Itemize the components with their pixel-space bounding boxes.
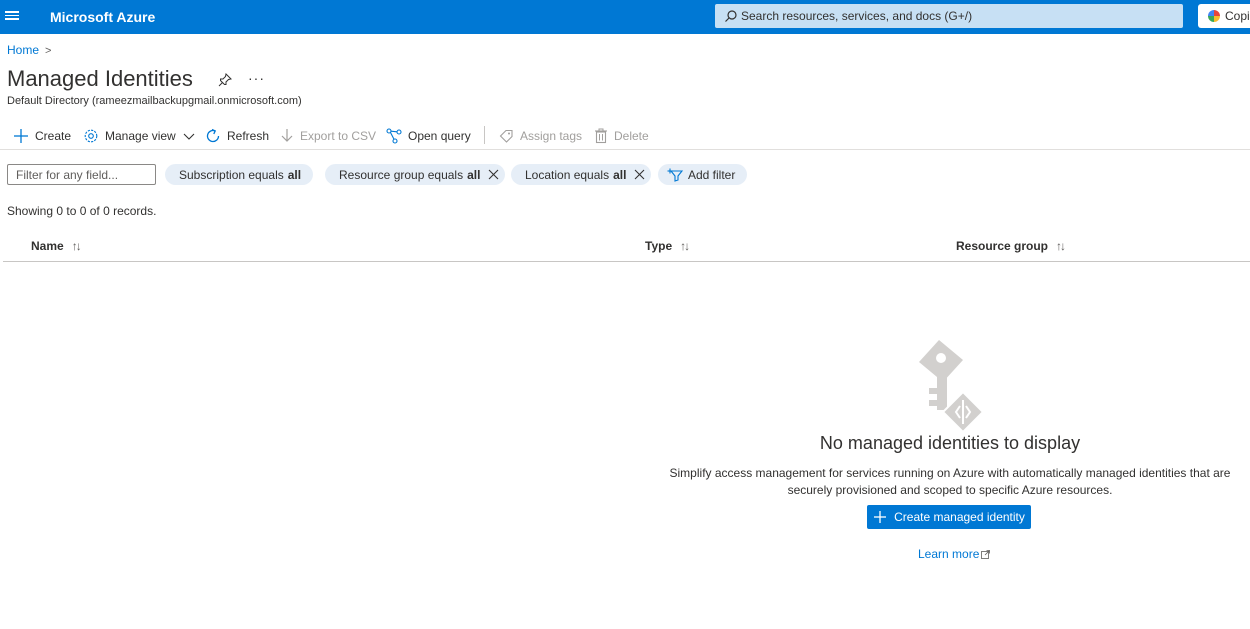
search-input[interactable] bbox=[741, 7, 1171, 25]
brand-title[interactable]: Microsoft Azure bbox=[50, 9, 155, 25]
chevron-right-icon: > bbox=[45, 45, 52, 57]
breadcrumb: Home > bbox=[7, 43, 51, 57]
plus-icon bbox=[14, 129, 28, 143]
manage-view-button[interactable]: Manage view bbox=[83, 125, 195, 147]
assign-tags-button[interactable]: Assign tags bbox=[499, 125, 582, 147]
page-title: Managed Identities bbox=[7, 66, 193, 91]
delete-button[interactable]: Delete bbox=[594, 125, 649, 147]
toolbar-divider bbox=[484, 126, 485, 144]
location-filter-value: all bbox=[613, 167, 627, 182]
export-csv-button[interactable]: Export to CSV bbox=[280, 125, 376, 147]
open-query-button[interactable]: Open query bbox=[386, 125, 471, 147]
create-button[interactable]: Create bbox=[13, 125, 71, 147]
learn-more-link[interactable]: Learn more bbox=[918, 547, 991, 561]
page-subtitle: Default Directory (rameezmailbackupgmail… bbox=[7, 95, 302, 107]
portal-menu-icon[interactable] bbox=[4, 9, 20, 25]
empty-state-title: No managed identities to display bbox=[819, 433, 1081, 453]
external-link-icon bbox=[981, 550, 991, 559]
records-count: Showing 0 to 0 of 0 records. bbox=[7, 204, 157, 218]
copilot-label: Copilot bbox=[1225, 9, 1250, 23]
learn-more-label: Learn more bbox=[918, 547, 980, 561]
column-header-type[interactable]: Type ↑↓ bbox=[645, 239, 690, 253]
column-header-resource-group-label: Resource group bbox=[956, 239, 1049, 253]
copilot-button[interactable]: Copilot bbox=[1198, 4, 1250, 28]
refresh-button[interactable]: Refresh bbox=[205, 125, 269, 147]
managed-identity-key-icon bbox=[919, 340, 985, 432]
breadcrumb-home[interactable]: Home bbox=[7, 43, 39, 57]
sort-icon: ↑↓ bbox=[680, 239, 690, 253]
more-options-icon[interactable]: ··· bbox=[248, 70, 265, 86]
add-filter-button[interactable]: Add filter bbox=[658, 164, 748, 185]
column-header-name-label: Name bbox=[31, 239, 64, 253]
trash-icon bbox=[595, 128, 607, 144]
search-icon bbox=[725, 10, 737, 22]
copilot-icon bbox=[1208, 10, 1220, 22]
global-search[interactable] bbox=[715, 4, 1183, 28]
refresh-label: Refresh bbox=[227, 129, 270, 143]
open-query-label: Open query bbox=[408, 129, 471, 143]
empty-state-description: Simplify access management for services … bbox=[669, 466, 1231, 497]
command-bar: Create Manage view Refresh Export to CSV… bbox=[0, 122, 1250, 150]
manage-view-label: Manage view bbox=[105, 129, 176, 143]
add-filter-icon bbox=[667, 168, 683, 182]
subscription-filter-pill[interactable]: Subscription equals all bbox=[165, 164, 314, 185]
gear-icon bbox=[84, 129, 98, 143]
close-icon[interactable] bbox=[488, 169, 499, 180]
export-csv-label: Export to CSV bbox=[300, 129, 377, 143]
plus-icon bbox=[874, 511, 887, 523]
column-header-resource-group[interactable]: Resource group ↑↓ bbox=[956, 239, 1066, 253]
sort-icon: ↑↓ bbox=[71, 239, 82, 253]
create-label: Create bbox=[35, 129, 72, 143]
subscription-filter-label: Subscription equals bbox=[179, 167, 284, 182]
sort-icon: ↑↓ bbox=[1056, 239, 1066, 253]
column-header-name[interactable]: Name ↑↓ bbox=[31, 239, 82, 253]
assign-tags-label: Assign tags bbox=[520, 129, 583, 143]
filter-input[interactable] bbox=[7, 164, 156, 185]
location-filter-pill[interactable]: Location equals all bbox=[511, 164, 652, 185]
resource-group-filter-pill[interactable]: Resource group equals all bbox=[325, 164, 506, 185]
create-managed-identity-button[interactable]: Create managed identity bbox=[867, 505, 1031, 529]
close-icon[interactable] bbox=[634, 169, 645, 180]
query-icon bbox=[386, 128, 402, 144]
add-filter-label: Add filter bbox=[688, 167, 736, 182]
download-icon bbox=[281, 129, 293, 142]
refresh-icon bbox=[206, 128, 220, 143]
table-header: Name ↑↓ Type ↑↓ Resource group ↑↓ bbox=[3, 232, 1250, 262]
create-managed-identity-label: Create managed identity bbox=[894, 510, 1025, 524]
pin-icon[interactable] bbox=[218, 73, 232, 87]
resource-group-filter-value: all bbox=[467, 167, 481, 182]
chevron-down-icon bbox=[183, 133, 195, 140]
location-filter-label: Location equals bbox=[525, 167, 610, 182]
resource-group-filter-label: Resource group equals bbox=[339, 167, 464, 182]
tag-icon bbox=[499, 129, 513, 143]
top-bar: Microsoft Azure Copilot bbox=[0, 0, 1250, 34]
delete-label: Delete bbox=[614, 129, 649, 143]
subscription-filter-value: all bbox=[287, 167, 302, 182]
column-header-type-label: Type bbox=[645, 239, 673, 253]
